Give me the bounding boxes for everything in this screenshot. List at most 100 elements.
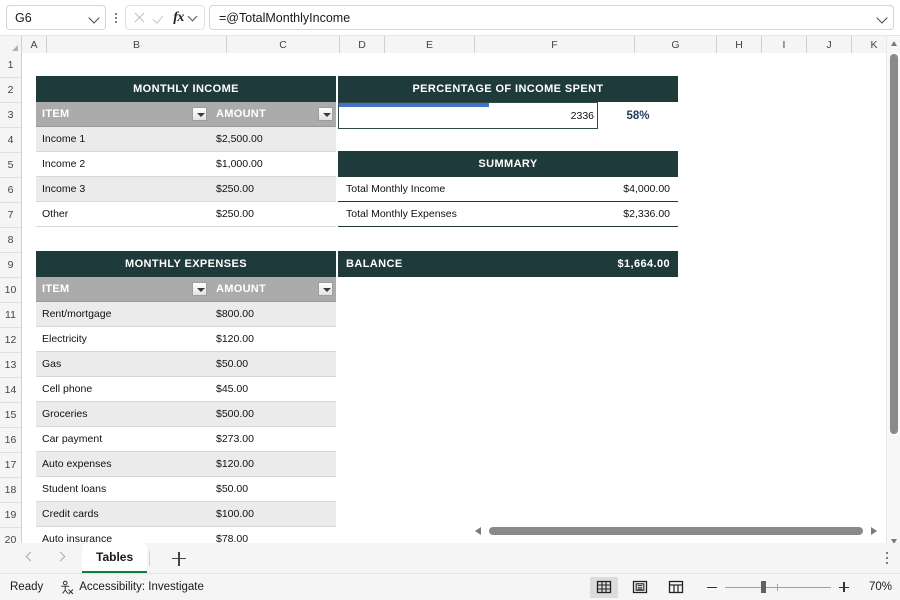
chevron-left-icon[interactable] [16, 545, 46, 571]
formula-input[interactable]: =@TotalMonthlyIncome [209, 5, 894, 30]
worksheet-grid[interactable]: MONTHLY INCOME ITEM AMOUNT Income 1 $2,50… [22, 53, 886, 548]
vertical-scroll-thumb[interactable] [890, 54, 898, 434]
normal-view-button[interactable] [590, 576, 618, 598]
column-header-label: E [425, 38, 433, 51]
row-header-label: 11 [5, 309, 16, 321]
summary-row-label: Total Monthly Income [346, 183, 446, 195]
table-row[interactable]: Car payment $273.00 [36, 427, 336, 452]
filter-dropdown-icon[interactable] [192, 282, 207, 296]
zoom-slider[interactable] [725, 579, 831, 595]
column-header-c[interactable]: C [227, 36, 340, 53]
column-header-j[interactable]: J [807, 36, 852, 53]
row-header-14[interactable]: 14 [0, 378, 21, 403]
accessibility-status[interactable]: Accessibility: Investigate [59, 580, 204, 595]
filter-dropdown-icon[interactable] [192, 107, 207, 121]
row-header-9[interactable]: 9 [0, 253, 21, 278]
row-header-label: 4 [7, 134, 14, 146]
table-row[interactable]: Income 3 $250.00 [36, 177, 336, 202]
horizontal-scroll-thumb[interactable] [489, 527, 863, 535]
table-row[interactable]: Cell phone $45.00 [36, 377, 336, 402]
vertical-ellipsis-icon[interactable] [109, 12, 123, 23]
zoom-control: 70% [704, 579, 892, 595]
page-layout-view-button[interactable] [626, 577, 654, 598]
row-header-7[interactable]: 7 [0, 203, 21, 228]
row-header-5[interactable]: 5 [0, 153, 21, 178]
table-row[interactable]: Electricity $120.00 [36, 327, 336, 352]
cancel-x-icon[interactable] [131, 9, 148, 26]
row-header-11[interactable]: 11 [0, 303, 21, 328]
zoom-slider-knob[interactable] [761, 581, 766, 593]
chevron-down-icon[interactable] [188, 12, 199, 23]
table-row[interactable]: Rent/mortgage $800.00 [36, 302, 336, 327]
column-header-b[interactable]: B [47, 36, 227, 53]
filter-dropdown-icon[interactable] [318, 282, 333, 296]
column-header-a[interactable]: A [22, 36, 47, 53]
row-header-19[interactable]: 19 [0, 503, 21, 528]
zoom-level-label[interactable]: 70% [858, 581, 892, 593]
row-header-label: 2 [7, 84, 14, 96]
table-row[interactable]: Gas $50.00 [36, 352, 336, 377]
row-header-2[interactable]: 2 [0, 78, 21, 103]
row-header-label: 15 [4, 409, 17, 421]
scroll-right-arrow-icon[interactable] [866, 523, 882, 539]
vertical-scrollbar[interactable] [886, 36, 900, 548]
table-row[interactable]: Auto expenses $120.00 [36, 452, 336, 477]
row-header-18[interactable]: 18 [0, 478, 21, 503]
vertical-ellipsis-icon[interactable] [880, 551, 894, 565]
horizontal-scrollbar[interactable] [470, 521, 882, 541]
cell-amount: $100.00 [216, 508, 254, 520]
column-header-f[interactable]: F [475, 36, 635, 53]
column-header-amount-label: AMOUNT [216, 283, 267, 295]
page-break-preview-button[interactable] [662, 577, 690, 598]
select-all-corner[interactable] [0, 36, 22, 53]
sheet-tab-bar: Tables [0, 527, 900, 573]
enter-check-icon[interactable] [152, 9, 169, 26]
column-header-d[interactable]: D [340, 36, 385, 53]
scroll-up-arrow-icon[interactable] [887, 36, 900, 50]
column-header-g[interactable]: G [635, 36, 717, 53]
page-layout-icon [632, 580, 648, 594]
table-row[interactable]: Student loans $50.00 [36, 477, 336, 502]
row-header-6[interactable]: 6 [0, 178, 21, 203]
column-header-i[interactable]: I [762, 36, 807, 53]
row-header-10[interactable]: 10 [0, 278, 21, 303]
table-row[interactable]: Income 2 $1,000.00 [36, 152, 336, 177]
summary-row[interactable]: Total Monthly Expenses $2,336.00 [338, 202, 678, 227]
row-header-8[interactable]: 8 [0, 228, 21, 253]
filter-dropdown-icon[interactable] [318, 107, 333, 121]
column-header-amount[interactable]: AMOUNT [210, 277, 336, 301]
row-header-16[interactable]: 16 [0, 428, 21, 453]
plus-icon[interactable] [836, 579, 852, 595]
table-row[interactable]: Credit cards $100.00 [36, 502, 336, 527]
row-header-15[interactable]: 15 [0, 403, 21, 428]
row-header-1[interactable]: 1 [0, 53, 21, 78]
row-header-17[interactable]: 17 [0, 453, 21, 478]
name-box[interactable]: G6 [6, 5, 106, 30]
scroll-left-arrow-icon[interactable] [470, 523, 486, 539]
chevron-down-icon[interactable] [877, 12, 889, 24]
monthly-income-table: MONTHLY INCOME ITEM AMOUNT Income 1 $2,50… [36, 76, 336, 227]
column-header-h[interactable]: H [717, 36, 762, 53]
row-header-3[interactable]: 3 [0, 103, 21, 128]
insert-function-label[interactable]: fx [173, 10, 184, 26]
column-header-e[interactable]: E [385, 36, 475, 53]
column-header-amount[interactable]: AMOUNT [210, 102, 336, 126]
table-row[interactable]: Groceries $500.00 [36, 402, 336, 427]
column-header-item[interactable]: ITEM [36, 102, 210, 126]
column-header-row: ABCDEFGHIJKL [0, 36, 900, 53]
row-header-label: 3 [7, 109, 14, 121]
percentage-data-bar-cell[interactable]: 2336 [338, 102, 598, 129]
table-row[interactable]: Income 1 $2,500.00 [36, 127, 336, 152]
column-header-item[interactable]: ITEM [36, 277, 210, 301]
summary-row[interactable]: Total Monthly Income $4,000.00 [338, 177, 678, 202]
row-header-13[interactable]: 13 [0, 353, 21, 378]
cell-amount: $50.00 [216, 358, 249, 370]
chevron-right-icon[interactable] [46, 545, 76, 571]
plus-icon[interactable] [164, 545, 194, 571]
row-header-4[interactable]: 4 [0, 128, 21, 153]
sheet-tab-tables[interactable]: Tables [82, 543, 148, 573]
minus-icon[interactable] [704, 579, 720, 595]
row-header-12[interactable]: 12 [0, 328, 21, 353]
table-row[interactable]: Other $250.00 [36, 202, 336, 227]
chevron-down-icon[interactable] [89, 12, 101, 24]
